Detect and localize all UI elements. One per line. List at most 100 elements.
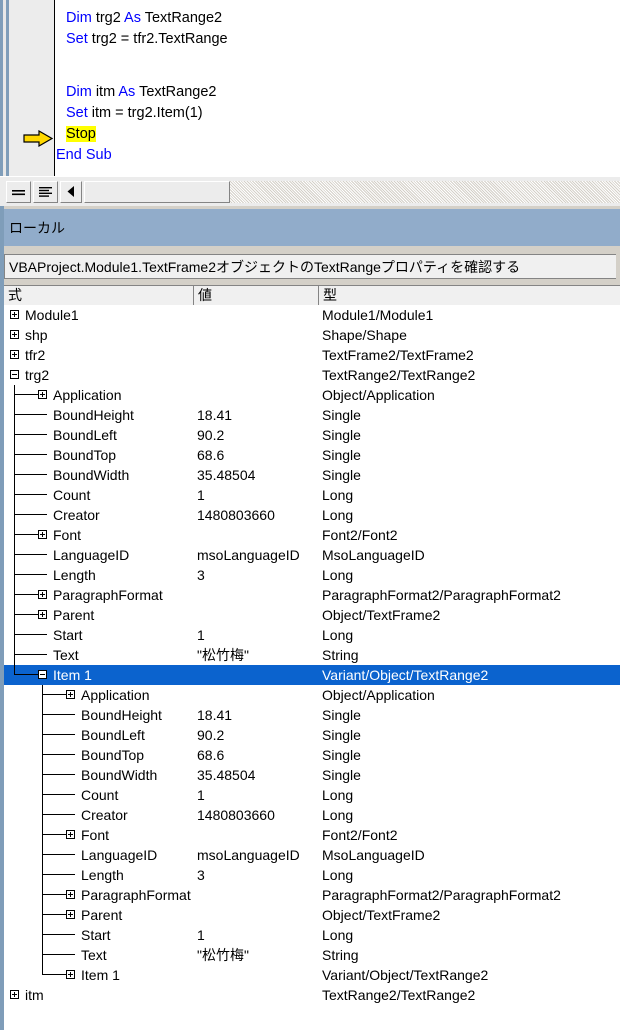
tree-expand-icon[interactable] [66, 910, 75, 919]
locals-tree-row[interactable]: BoundLeft 90.2 Single [4, 725, 620, 745]
locals-row-label: Creator [53, 507, 100, 523]
locals-row-type: Object/Application [322, 387, 435, 403]
locals-tree-row[interactable]: Application Object/Application [4, 385, 620, 405]
locals-row-value: 1 [197, 627, 205, 643]
locals-variable-tree[interactable]: Module1 Module1/Module1 shp Shape/Shape tfr2… [4, 305, 620, 1030]
locals-row-label: Module1 [25, 307, 79, 323]
scrollbar-thumb[interactable] [84, 181, 230, 203]
locals-row-expression: tfr2 [4, 345, 194, 365]
locals-row-type: Long [322, 807, 354, 823]
locals-tree-row[interactable]: Module1 Module1/Module1 [4, 305, 620, 325]
locals-tree-row[interactable]: Item 1 Variant/Object/TextRange2 [4, 965, 620, 985]
tree-expand-icon[interactable] [10, 350, 19, 359]
locals-tree-row[interactable]: ParagraphFormat ParagraphFormat2/Paragrap… [4, 585, 620, 605]
scroll-left-button[interactable] [60, 181, 82, 203]
tree-connector-line [42, 765, 43, 785]
locals-row-type: Font2/Font2 [322, 827, 398, 843]
locals-tree-row[interactable]: Creator 1480803660 Long [4, 805, 620, 825]
tree-expand-icon[interactable] [66, 890, 75, 899]
locals-tree-row[interactable]: LanguageID msoLanguageID MsoLanguageID [4, 845, 620, 865]
locals-row-label: LanguageID [81, 847, 158, 863]
column-header-value[interactable]: 値 [194, 286, 319, 305]
locals-row-type: Long [322, 927, 354, 943]
locals-tree-row[interactable]: Count 1 Long [4, 785, 620, 805]
locals-tree-row[interactable]: Length 3 Long [4, 865, 620, 885]
locals-tree-row[interactable]: Start 1 Long [4, 925, 620, 945]
tree-expand-icon[interactable] [38, 390, 47, 399]
tree-leaf-dash-icon [38, 574, 47, 575]
tree-expand-icon[interactable] [66, 830, 75, 839]
procedure-view-button[interactable] [6, 181, 31, 203]
code-line: Dim itm As TextRange2 [66, 82, 216, 103]
locals-row-expression: Parent [4, 905, 194, 925]
tree-expand-icon[interactable] [10, 310, 19, 319]
tree-leaf-dash-icon [66, 754, 75, 755]
locals-tree-row[interactable]: Application Object/Application [4, 685, 620, 705]
column-header-expression[interactable]: 式 [4, 286, 194, 305]
tree-expand-icon[interactable] [10, 330, 19, 339]
code-line: Set trg2 = tfr2.TextRange [66, 29, 228, 50]
tree-connector-line [14, 654, 38, 655]
locals-tree-row[interactable]: LanguageID msoLanguageID MsoLanguageID [4, 545, 620, 565]
tree-connector-line [42, 805, 43, 825]
locals-row-value: 1480803660 [197, 807, 275, 823]
tree-expand-icon[interactable] [38, 610, 47, 619]
tree-expand-icon[interactable] [66, 970, 75, 979]
locals-tree-row[interactable]: Parent Object/TextFrame2 [4, 605, 620, 625]
locals-row-value: 18.41 [197, 707, 233, 723]
locals-row-value: 68.6 [197, 447, 225, 463]
scrollbar-track[interactable] [230, 181, 620, 203]
locals-tree-row[interactable]: Text "松竹梅" String [4, 945, 620, 965]
locals-tree-row[interactable]: Font Font2/Font2 [4, 525, 620, 545]
locals-tree-row[interactable]: Item 1 Variant/Object/TextRange2 [4, 665, 620, 685]
locals-tree-row[interactable]: BoundTop 68.6 Single [4, 745, 620, 765]
locals-tree-row[interactable]: Count 1 Long [4, 485, 620, 505]
tree-connector-line [42, 714, 66, 715]
tree-leaf-dash-icon [66, 934, 75, 935]
locals-tree-row[interactable]: shp Shape/Shape [4, 325, 620, 345]
locals-row-label: BoundLeft [53, 427, 117, 443]
locals-tree-row[interactable]: BoundLeft 90.2 Single [4, 425, 620, 445]
locals-row-value: 3 [197, 567, 205, 583]
code-margin-indicator-bar[interactable] [9, 0, 55, 176]
locals-row-value: 1 [197, 927, 205, 943]
tree-leaf-dash-icon [38, 634, 47, 635]
locals-row-type: Long [322, 487, 354, 503]
locals-tree-row[interactable]: BoundHeight 18.41 Single [4, 705, 620, 725]
locals-tree-row[interactable]: Parent Object/TextFrame2 [4, 905, 620, 925]
code-token-keyword: Dim [66, 84, 96, 100]
locals-tree-row[interactable]: Text "松竹梅" String [4, 645, 620, 665]
locals-tree-row[interactable]: BoundHeight 18.41 Single [4, 405, 620, 425]
locals-tree-row[interactable]: BoundTop 68.6 Single [4, 445, 620, 465]
tree-expand-icon[interactable] [38, 590, 47, 599]
locals-tree-row[interactable]: BoundWidth 35.48504 Single [4, 765, 620, 785]
locals-tree-row[interactable]: Start 1 Long [4, 625, 620, 645]
locals-tree-row[interactable]: itm TextRange2/TextRange2 [4, 985, 620, 1005]
locals-tree-row[interactable]: BoundWidth 35.48504 Single [4, 465, 620, 485]
locals-window-titlebar[interactable]: ローカル [4, 209, 620, 246]
tree-connector-line [42, 825, 43, 845]
locals-tree-row[interactable]: Creator 1480803660 Long [4, 505, 620, 525]
code-text-area[interactable]: Dim trg2 As TextRange2 Set trg2 = tfr2.Te… [56, 0, 620, 176]
tree-expand-icon[interactable] [10, 990, 19, 999]
full-module-view-button[interactable] [33, 181, 58, 203]
tree-leaf-dash-icon [66, 734, 75, 735]
tree-connector-line [14, 574, 38, 575]
locals-tree-row[interactable]: ParagraphFormat ParagraphFormat2/Paragrap… [4, 885, 620, 905]
locals-row-expression: Module1 [4, 305, 194, 325]
locals-tree-row[interactable]: Font Font2/Font2 [4, 825, 620, 845]
column-header-type[interactable]: 型 [319, 286, 620, 305]
tree-collapse-icon[interactable] [10, 370, 19, 379]
tree-expand-icon[interactable] [38, 530, 47, 539]
tree-connector-line [42, 865, 43, 885]
locals-tree-row[interactable]: tfr2 TextFrame2/TextFrame2 [4, 345, 620, 365]
locals-tree-row[interactable]: trg2 TextRange2/TextRange2 [4, 365, 620, 385]
execution-pointer-arrow-icon [23, 130, 53, 147]
locals-row-type: Long [322, 627, 354, 643]
tree-expand-icon[interactable] [66, 690, 75, 699]
locals-row-label: Application [53, 387, 122, 403]
tree-collapse-icon[interactable] [38, 670, 47, 679]
horizontal-scrollbar[interactable] [60, 181, 230, 203]
code-token-identifier: trg2 [95, 10, 125, 26]
locals-tree-row[interactable]: Length 3 Long [4, 565, 620, 585]
